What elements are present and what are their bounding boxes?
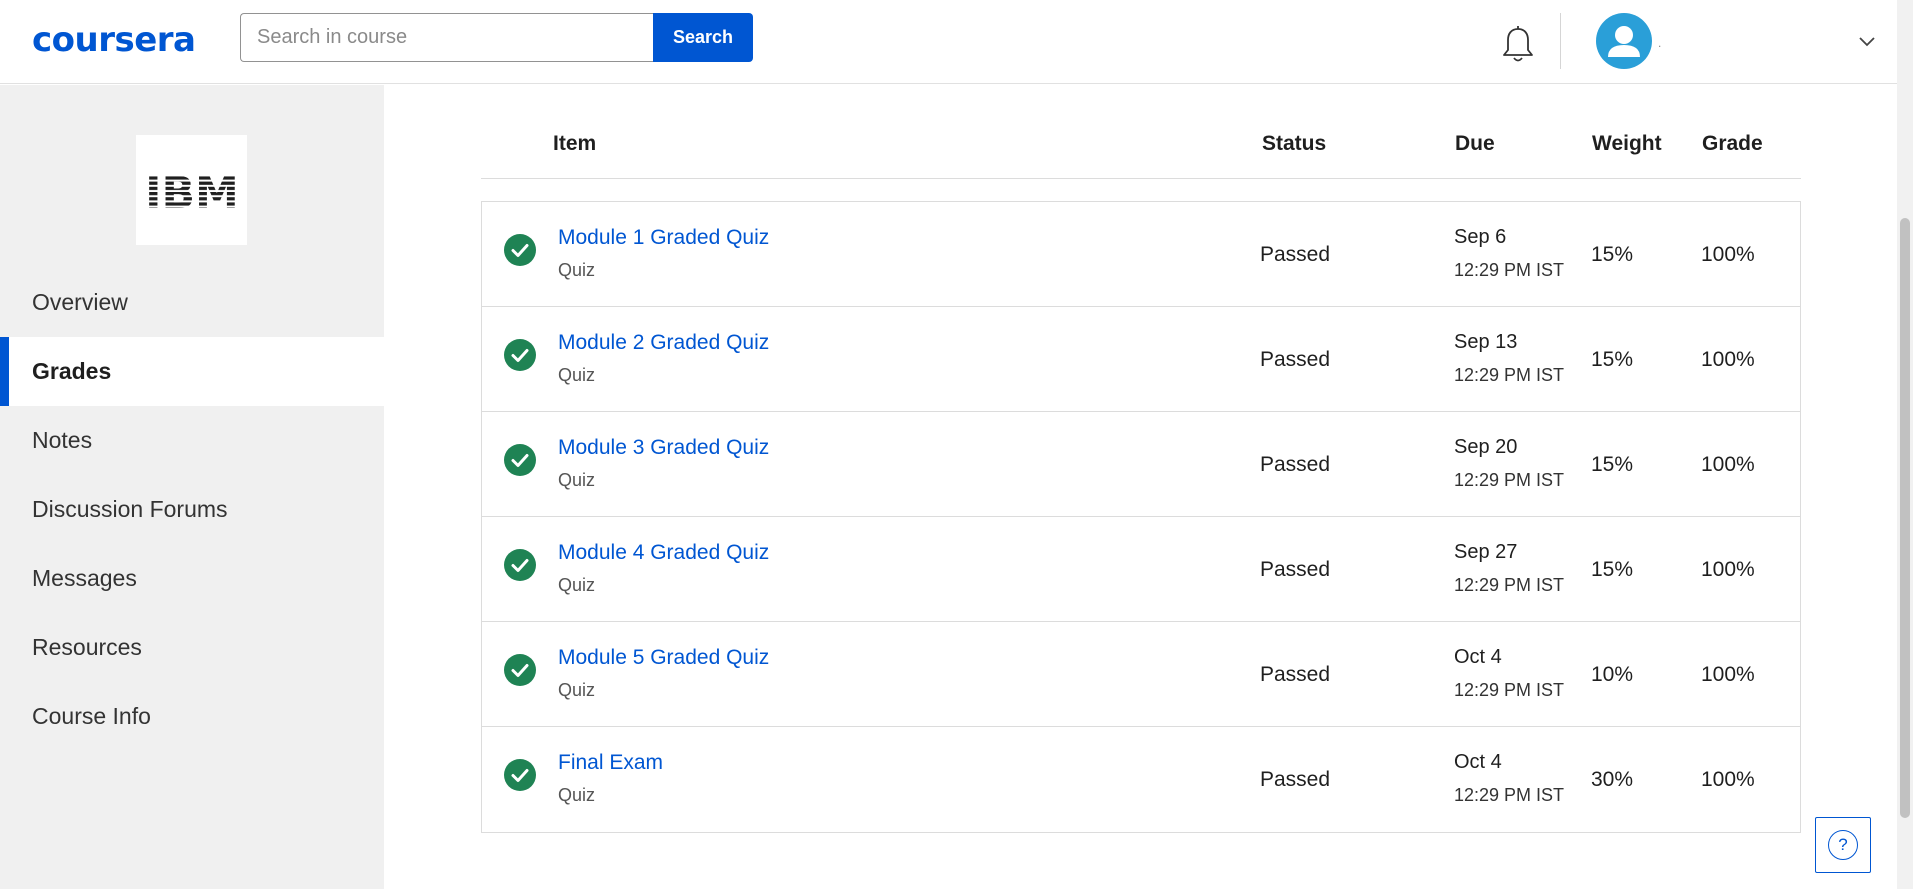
table-row: Module 4 Graded Quiz Quiz Passed Sep 27 …: [482, 517, 1800, 622]
item-title-link[interactable]: Module 4 Graded Quiz: [558, 541, 769, 565]
sidebar-item-grades[interactable]: Grades: [0, 337, 384, 406]
due-date: Sep 27: [1454, 541, 1518, 563]
item-type: Quiz: [558, 260, 596, 280]
item-grade: 100%: [1701, 558, 1755, 581]
due-date: Sep 13: [1454, 331, 1518, 353]
column-header-grade: Grade: [1702, 132, 1763, 155]
sidebar-item-course-info[interactable]: Course Info: [0, 682, 384, 751]
chevron-down-icon[interactable]: [1858, 34, 1876, 47]
sidebar-item-overview[interactable]: Overview: [0, 268, 384, 337]
sidebar-item-discussion-forums[interactable]: Discussion Forums: [0, 475, 384, 544]
item-type: Quiz: [558, 680, 596, 700]
search-bar: Search: [240, 13, 753, 62]
search-button[interactable]: Search: [653, 13, 753, 62]
header-divider-line: [481, 178, 1801, 179]
due-date: Oct 4: [1454, 751, 1502, 773]
table-row: Final Exam Quiz Passed Oct 4 12:29 PM IS…: [482, 727, 1800, 832]
item-grade: 100%: [1701, 243, 1755, 266]
due-time: 12:29 PM IST: [1454, 785, 1565, 805]
due-time: 12:29 PM IST: [1454, 365, 1565, 385]
help-button[interactable]: ?: [1815, 817, 1871, 873]
item-weight: 15%: [1591, 348, 1634, 371]
sidebar-item-resources[interactable]: Resources: [0, 613, 384, 682]
item-weight: 10%: [1591, 663, 1634, 686]
bell-icon[interactable]: [1500, 25, 1536, 65]
item-title-link[interactable]: Module 1 Graded Quiz: [558, 226, 769, 250]
item-type: Quiz: [558, 365, 596, 385]
due-time: 12:29 PM IST: [1454, 575, 1565, 595]
check-circle-icon: [504, 759, 536, 791]
user-name[interactable]: .: [1658, 36, 1661, 50]
check-circle-icon: [504, 444, 536, 476]
check-circle-icon: [504, 339, 536, 371]
item-title-link[interactable]: Module 3 Graded Quiz: [558, 436, 769, 460]
column-header-item: Item: [553, 132, 597, 155]
item-grade: 100%: [1701, 453, 1755, 476]
item-grade: 100%: [1701, 663, 1755, 686]
item-status: Passed: [1260, 243, 1331, 266]
check-circle-icon: [504, 654, 536, 686]
item-title-link[interactable]: Final Exam: [558, 751, 663, 775]
item-type: Quiz: [558, 785, 596, 805]
table-row: Module 5 Graded Quiz Quiz Passed Oct 4 1…: [482, 622, 1800, 727]
coursera-logo[interactable]: coursera: [32, 22, 196, 58]
top-header: coursera Search .: [0, 0, 1897, 84]
item-title-link[interactable]: Module 5 Graded Quiz: [558, 646, 769, 670]
column-header-status: Status: [1262, 132, 1327, 155]
due-date: Sep 6: [1454, 226, 1507, 248]
item-status: Passed: [1260, 348, 1331, 371]
course-sidebar: IBM Overview Grades Notes Discussion For…: [0, 85, 384, 889]
sidebar-item-notes[interactable]: Notes: [0, 406, 384, 475]
check-circle-icon: [504, 549, 536, 581]
table-row: Module 3 Graded Quiz Quiz Passed Sep 20 …: [482, 412, 1800, 517]
due-time: 12:29 PM IST: [1454, 680, 1565, 700]
item-weight: 15%: [1591, 243, 1634, 266]
header-divider: [1560, 13, 1561, 69]
sidebar-nav: Overview Grades Notes Discussion Forums …: [0, 268, 384, 751]
item-status: Passed: [1260, 558, 1331, 581]
sidebar-item-messages[interactable]: Messages: [0, 544, 384, 613]
due-date: Oct 4: [1454, 646, 1502, 668]
search-input[interactable]: [240, 13, 653, 62]
user-avatar-icon[interactable]: [1596, 13, 1652, 69]
item-weight: 15%: [1591, 453, 1634, 476]
due-time: 12:29 PM IST: [1454, 260, 1565, 280]
help-icon: ?: [1828, 830, 1858, 860]
item-title-link[interactable]: Module 2 Graded Quiz: [558, 331, 769, 355]
item-status: Passed: [1260, 453, 1331, 476]
ibm-logo-text: IBM: [145, 168, 239, 214]
item-grade: 100%: [1701, 768, 1755, 791]
grades-table: Module 1 Graded Quiz Quiz Passed Sep 6 1…: [481, 201, 1801, 833]
item-type: Quiz: [558, 470, 596, 490]
item-weight: 15%: [1591, 558, 1634, 581]
item-status: Passed: [1260, 768, 1331, 791]
item-type: Quiz: [558, 575, 596, 595]
due-date: Sep 20: [1454, 436, 1518, 458]
column-header-weight: Weight: [1592, 132, 1662, 155]
column-header-due: Due: [1455, 132, 1495, 155]
ibm-logo[interactable]: IBM: [136, 135, 247, 245]
item-grade: 100%: [1701, 348, 1755, 371]
check-circle-icon: [504, 234, 536, 266]
due-time: 12:29 PM IST: [1454, 470, 1565, 490]
item-status: Passed: [1260, 663, 1331, 686]
item-weight: 30%: [1591, 768, 1634, 791]
table-row: Module 1 Graded Quiz Quiz Passed Sep 6 1…: [482, 202, 1800, 307]
page-scrollbar-thumb[interactable]: [1900, 218, 1910, 818]
table-row: Module 2 Graded Quiz Quiz Passed Sep 13 …: [482, 307, 1800, 412]
